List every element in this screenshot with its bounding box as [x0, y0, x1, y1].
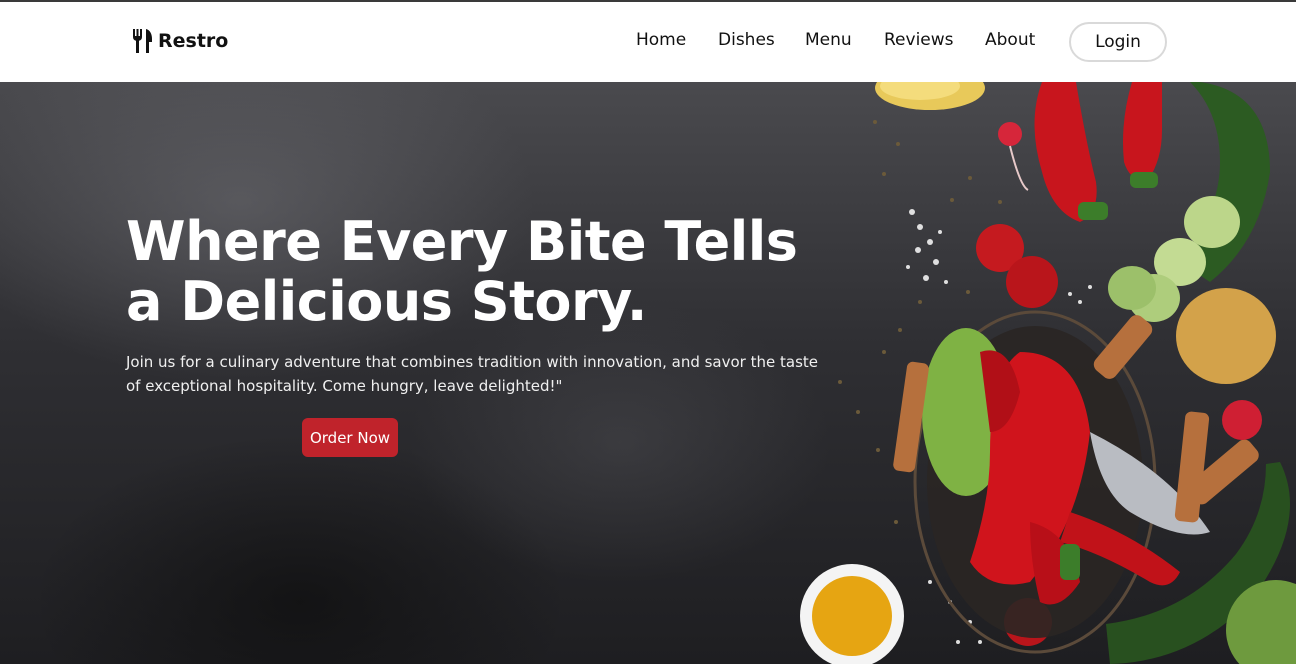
- hero-subtitle: Join us for a culinary adventure that co…: [126, 353, 818, 395]
- nav-link-home[interactable]: Home: [636, 30, 686, 50]
- nav-link-reviews[interactable]: Reviews: [884, 30, 954, 50]
- nav-link-menu[interactable]: Menu: [805, 30, 852, 50]
- nav-link-about[interactable]: About: [985, 30, 1035, 50]
- nav-link-dishes[interactable]: Dishes: [718, 30, 775, 50]
- order-now-button[interactable]: Order Now: [302, 418, 398, 457]
- login-button[interactable]: Login: [1069, 22, 1167, 62]
- navbar: Restro Home Dishes Menu Reviews About Lo…: [0, 2, 1296, 82]
- vegetables-image: [800, 82, 1296, 664]
- hero-section: Where Every Bite Tells a Delicious Story…: [0, 82, 1296, 664]
- hero-title: Where Every Bite Tells a Delicious Story…: [126, 210, 798, 333]
